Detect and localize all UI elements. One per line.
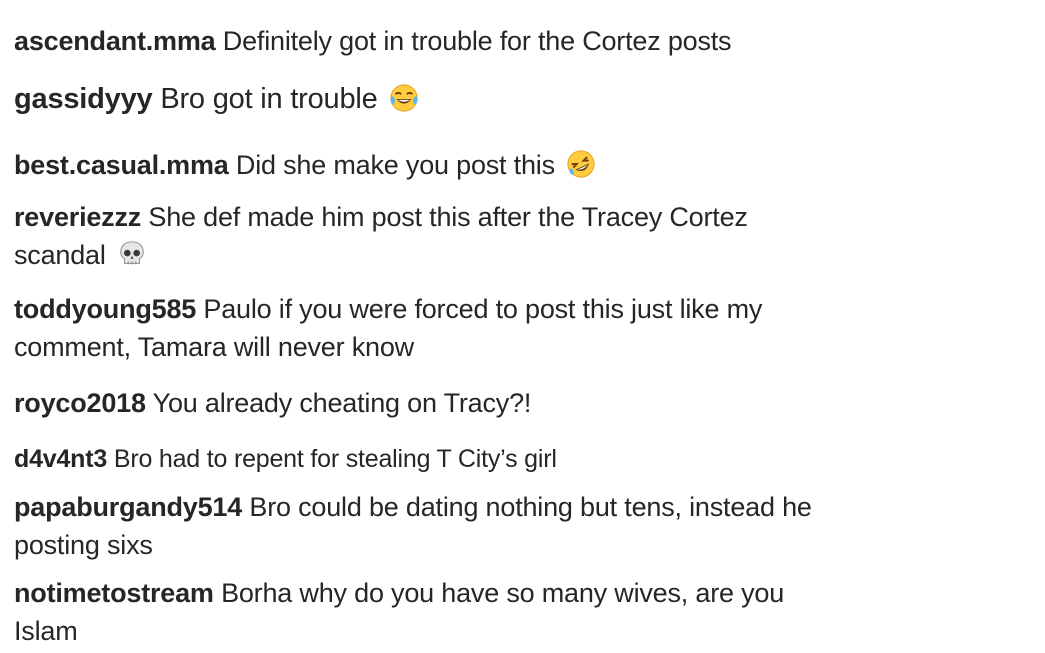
comment-item: gassidyyy Bro got in trouble <box>14 80 844 118</box>
comment-text: Bro got in trouble <box>160 83 378 115</box>
comment-text: Did she make you post this <box>235 150 555 180</box>
comment-username[interactable]: toddyoung585 <box>14 294 196 324</box>
comment-item: best.casual.mma Did she make you post th… <box>14 146 844 184</box>
comment-item: d4v4nt3 Bro had to repent for stealing T… <box>14 440 844 478</box>
comment-item: royco2018 You already cheating on Tracy?… <box>14 384 844 422</box>
tears-of-joy-icon <box>390 84 419 112</box>
comment-item: toddyoung585 Paulo if you were forced to… <box>14 290 844 366</box>
comment-text: Definitely got in trouble for the Cortez… <box>222 26 732 56</box>
comment-item: reveriezzz She def made him post this af… <box>14 198 844 274</box>
comment-text: Bro had to repent for stealing T City’s … <box>113 445 557 473</box>
comment-item: papaburgandy514 Bro could be dating noth… <box>14 488 844 564</box>
skull-icon <box>120 241 144 265</box>
comment-item: notimetostream Borha why do you have so … <box>14 574 844 650</box>
comment-username[interactable]: d4v4nt3 <box>14 445 107 473</box>
rolling-laughing-icon <box>567 150 595 178</box>
comment-username[interactable]: papaburgandy514 <box>14 492 242 522</box>
comment-username[interactable]: gassidyyy <box>14 83 153 115</box>
comment-username[interactable]: best.casual.mma <box>14 150 229 180</box>
comment-item: ascendant.mma Definitely got in trouble … <box>14 22 844 60</box>
comment-username[interactable]: reveriezzz <box>14 202 141 232</box>
comment-username[interactable]: notimetostream <box>14 578 214 608</box>
comment-username[interactable]: royco2018 <box>14 388 146 418</box>
comment-username[interactable]: ascendant.mma <box>14 26 216 56</box>
comment-text: You already cheating on Tracy?! <box>152 388 532 418</box>
